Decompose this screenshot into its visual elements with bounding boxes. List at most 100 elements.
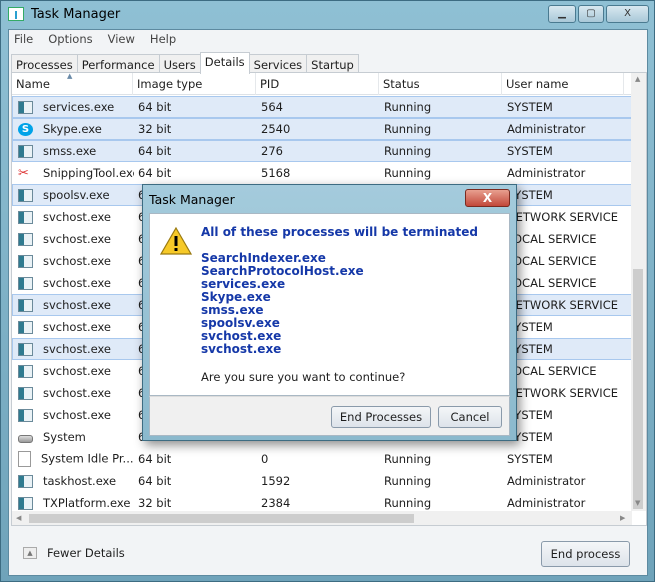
app-process-icon [18, 189, 33, 202]
process-name: svchost.exe [43, 232, 112, 246]
pid-cell: 0 [261, 452, 269, 466]
menu-options[interactable]: Options [48, 32, 92, 46]
user-cell: SYSTEM [507, 320, 553, 334]
column-image-type[interactable]: Image type [133, 73, 256, 95]
vertical-scrollbar[interactable]: ▲ ▼ [631, 73, 646, 511]
app-process-icon [18, 255, 33, 268]
dialog-body: All of these processes will be terminate… [149, 213, 510, 396]
fewer-details-button[interactable]: ▲ Fewer Details [23, 546, 125, 560]
process-name-cell: svchost.exe [13, 342, 134, 356]
app-process-icon [18, 409, 33, 422]
process-name-cell: System Idle Pr... [13, 451, 134, 467]
user-cell: SYSTEM [507, 342, 553, 356]
tab-processes[interactable]: Processes [11, 54, 78, 73]
process-name: svchost.exe [43, 364, 112, 378]
status-cell: Running [384, 166, 432, 180]
process-name-cell: services.exe [13, 100, 134, 114]
scroll-down-icon[interactable]: ▼ [635, 499, 640, 507]
dialog-heading: All of these processes will be terminate… [201, 225, 478, 239]
tab-details[interactable]: Details [199, 52, 250, 74]
maximize-button[interactable]: ▢ [578, 5, 604, 23]
table-row[interactable]: ✂ SnippingTool.exe 64 bit 5168 Running Admini… [12, 162, 634, 184]
menu-view[interactable]: View [108, 32, 135, 46]
snip-process-icon: ✂ [18, 166, 29, 180]
chevron-up-icon: ▲ [23, 547, 37, 559]
sys-process-icon [18, 435, 33, 443]
process-name-cell: ✂ SnippingTool.exe [13, 166, 134, 180]
close-button[interactable]: X [606, 5, 649, 23]
column-name[interactable]: Name ▲ [12, 73, 133, 95]
horizontal-scrollbar[interactable]: ◀ ▶ [12, 511, 632, 525]
status-cell: Running [384, 100, 432, 114]
app-process-icon [18, 343, 33, 356]
menu-help[interactable]: Help [150, 32, 176, 46]
blank-process-icon [18, 451, 31, 467]
scroll-right-icon[interactable]: ▶ [620, 514, 625, 522]
tab-services[interactable]: Services [248, 54, 308, 73]
table-row[interactable]: services.exe 64 bit 564 Running SYSTEM [12, 96, 634, 118]
process-name-cell: S Skype.exe [13, 122, 134, 136]
process-name: svchost.exe [43, 408, 112, 422]
table-row[interactable]: S Skype.exe 32 bit 2540 Running Administrator [12, 118, 634, 140]
process-name-cell: smss.exe [13, 144, 134, 158]
user-cell: Administrator [507, 474, 586, 488]
table-row[interactable]: System Idle Pr... 64 bit 0 Running SYSTEM [12, 448, 634, 470]
process-name: System Idle Pr... [41, 451, 134, 466]
user-cell: NETWORK SERVICE [507, 210, 618, 224]
tab-bar: Processes Performance Users Details Serv… [11, 52, 359, 74]
app-process-icon [18, 321, 33, 334]
column-status[interactable]: Status [379, 73, 502, 95]
sort-ascending-icon: ▲ [67, 72, 73, 80]
process-name: TXPlatform.exe [43, 496, 131, 510]
column-pid[interactable]: PID [256, 73, 379, 95]
type-cell: 64 bit [138, 474, 172, 488]
end-processes-button[interactable]: End Processes [331, 406, 431, 428]
user-cell: Administrator [507, 122, 586, 136]
user-cell: SYSTEM [507, 144, 553, 158]
status-cell: Running [384, 474, 432, 488]
process-name: taskhost.exe [43, 474, 117, 488]
type-cell: 32 bit [138, 122, 172, 136]
process-name-cell: taskhost.exe [13, 474, 134, 488]
menu-file[interactable]: File [14, 32, 33, 46]
process-name: svchost.exe [43, 298, 112, 312]
user-cell: Administrator [507, 166, 586, 180]
user-cell: SYSTEM [507, 430, 553, 444]
process-name: Skype.exe [43, 122, 102, 136]
process-name-cell: svchost.exe [13, 408, 134, 422]
column-name-label: Name [16, 77, 50, 91]
fewer-details-label: Fewer Details [47, 546, 125, 560]
scroll-up-icon[interactable]: ▲ [635, 75, 640, 83]
tab-performance[interactable]: Performance [76, 54, 160, 73]
tab-startup[interactable]: Startup [306, 54, 359, 73]
tab-users[interactable]: Users [158, 54, 201, 73]
end-process-button[interactable]: End process [541, 541, 630, 567]
process-item: svchost.exe [201, 342, 282, 356]
process-name: SnippingTool.exe [43, 166, 134, 180]
pid-cell: 1592 [261, 474, 291, 488]
status-cell: Running [384, 452, 432, 466]
horizontal-scroll-thumb[interactable] [29, 514, 414, 523]
user-cell: SYSTEM [507, 452, 553, 466]
confirm-dialog: Task Manager X All of these processes wi… [142, 184, 517, 441]
process-name: System [43, 430, 86, 444]
app-process-icon [18, 233, 33, 246]
pid-cell: 564 [261, 100, 283, 114]
process-name-cell: svchost.exe [13, 298, 134, 312]
process-name-cell: svchost.exe [13, 364, 134, 378]
minimize-button[interactable]: ▁ [548, 5, 576, 23]
cancel-button[interactable]: Cancel [438, 406, 502, 428]
vertical-scroll-thumb[interactable] [633, 269, 643, 509]
pid-cell: 276 [261, 144, 283, 158]
table-row[interactable]: taskhost.exe 64 bit 1592 Running Administrat… [12, 470, 634, 492]
column-user-name[interactable]: User name [502, 73, 624, 95]
title-bar[interactable]: Task Manager ▁ ▢ X [1, 1, 654, 29]
table-row[interactable]: smss.exe 64 bit 276 Running SYSTEM [12, 140, 634, 162]
process-name-cell: svchost.exe [13, 386, 134, 400]
app-process-icon [18, 497, 33, 510]
pid-cell: 5168 [261, 166, 291, 180]
dialog-close-button[interactable]: X [465, 189, 510, 207]
user-cell: SYSTEM [507, 408, 553, 422]
process-name-cell: svchost.exe [13, 210, 134, 224]
scroll-left-icon[interactable]: ◀ [16, 514, 21, 522]
